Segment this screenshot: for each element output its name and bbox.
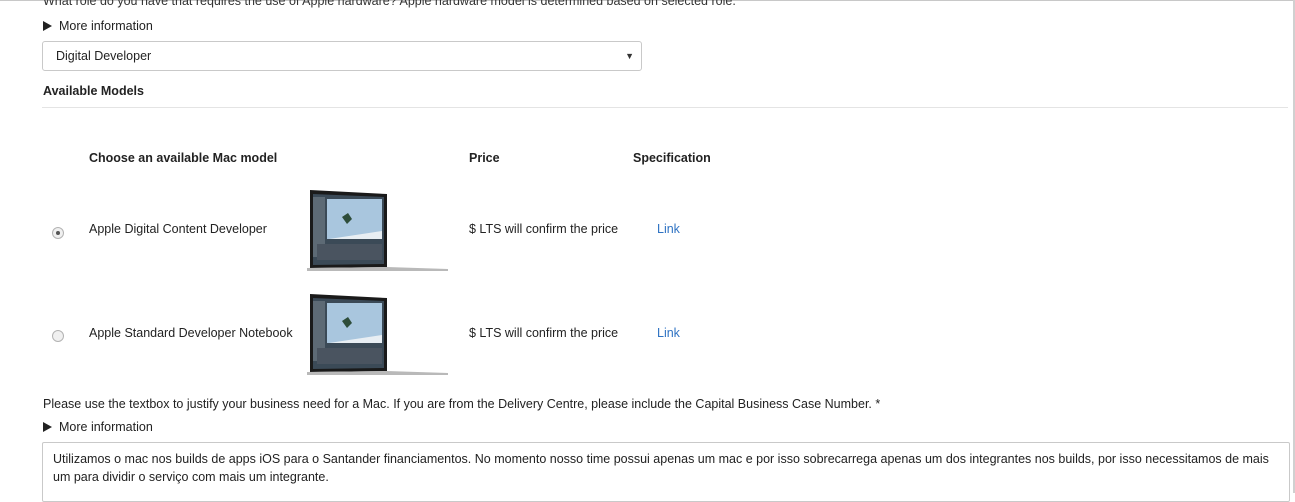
role-select-value: Digital Developer [56,49,152,63]
model-price: $ LTS will confirm the price [469,222,619,236]
available-models-title: Available Models [43,84,144,98]
model-name: Apple Standard Developer Notebook [89,326,293,340]
more-information-toggle-justification[interactable]: More information [43,420,153,434]
model-radio-standard-developer-notebook[interactable] [52,330,64,342]
dropdown-arrow-icon: ▼ [625,51,634,61]
column-header-model: Choose an available Mac model [89,151,278,165]
role-question: What role do you have that requires the … [43,0,736,8]
specification-link[interactable]: Link [657,326,680,340]
justification-label: Please use the textbox to justify your b… [43,397,881,411]
model-radio-digital-content-developer[interactable] [52,227,64,239]
justification-textarea[interactable]: Utilizamos o mac nos builds de apps iOS … [42,442,1290,502]
model-price: $ LTS will confirm the price [469,326,619,340]
specification-link[interactable]: Link [657,222,680,236]
more-information-label: More information [59,420,153,434]
more-information-toggle[interactable]: More information [43,19,153,33]
triangle-right-icon [43,422,52,432]
model-name: Apple Digital Content Developer [89,222,267,236]
column-header-price: Price [469,151,500,165]
macbook-image [307,294,448,375]
role-select[interactable]: Digital Developer ▼ [42,41,642,71]
more-information-label: More information [59,19,153,33]
triangle-right-icon [43,21,52,31]
macbook-image [307,190,448,271]
column-header-specification: Specification [633,151,711,165]
section-divider [42,107,1288,108]
